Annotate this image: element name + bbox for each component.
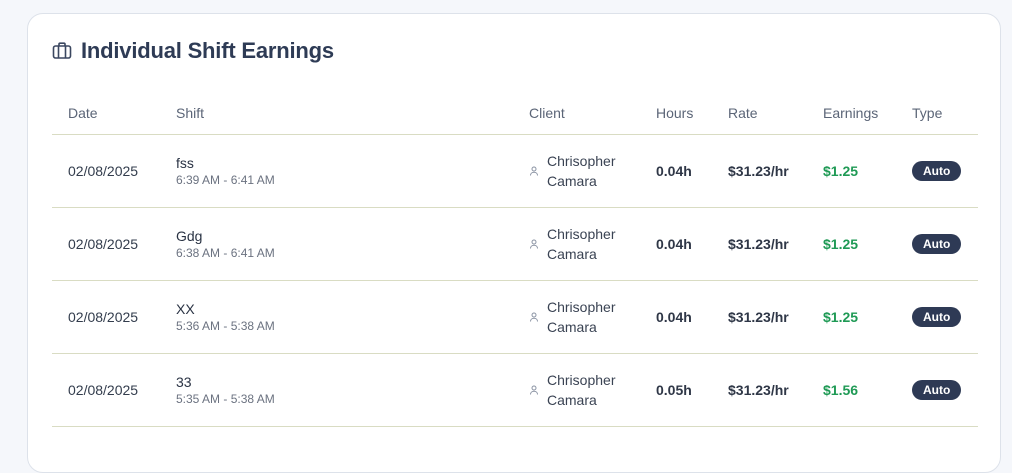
table-row: 02/08/2025 XX 5:36 AM - 5:38 AM Chrisoph… <box>52 280 978 354</box>
shift-name: fss <box>176 155 194 171</box>
cell-shift: Gdg 6:38 AM - 6:41 AM <box>160 207 513 281</box>
table-row: 02/08/2025 33 5:35 AM - 5:38 AM Chrisoph… <box>52 353 978 427</box>
cell-rate: $31.23/hr <box>712 353 807 427</box>
column-header-date: Date <box>52 92 160 135</box>
client-name: Chrisopher Camara <box>547 372 616 408</box>
shift-name: 33 <box>176 374 192 390</box>
shift-name: Gdg <box>176 228 203 244</box>
column-header-client: Client <box>513 92 640 135</box>
type-badge: Auto <box>912 380 962 400</box>
shift-time: 6:38 AM - 6:41 AM <box>176 246 275 260</box>
user-icon <box>529 166 539 176</box>
cell-hours: 0.04h <box>640 207 712 281</box>
cell-client: Chrisopher Camara <box>513 353 640 427</box>
cell-client: Chrisopher Camara <box>513 207 640 281</box>
cell-shift: 33 5:35 AM - 5:38 AM <box>160 353 513 427</box>
type-badge: Auto <box>912 234 962 254</box>
type-badge: Auto <box>912 161 962 181</box>
cell-date: 02/08/2025 <box>52 280 160 354</box>
cell-type: Auto <box>896 207 978 281</box>
cell-hours: 0.04h <box>640 134 712 208</box>
type-badge: Auto <box>912 307 962 327</box>
briefcase-icon <box>52 41 72 61</box>
cell-client: Chrisopher Camara <box>513 280 640 354</box>
column-header-shift: Shift <box>160 92 513 135</box>
cell-hours: 0.04h <box>640 280 712 354</box>
column-header-hours: Hours <box>640 92 712 135</box>
card-header: Individual Shift Earnings <box>52 38 334 64</box>
client-name: Chrisopher Camara <box>547 299 616 335</box>
cell-date: 02/08/2025 <box>52 353 160 427</box>
column-header-rate: Rate <box>712 92 807 135</box>
card-title: Individual Shift Earnings <box>81 38 334 63</box>
cell-earnings: $1.25 <box>807 134 896 208</box>
cell-rate: $31.23/hr <box>712 207 807 281</box>
cell-shift: XX 5:36 AM - 5:38 AM <box>160 280 513 354</box>
cell-earnings: $1.25 <box>807 280 896 354</box>
user-icon <box>529 385 539 395</box>
table-row: 02/08/2025 Gdg 6:38 AM - 6:41 AM Chrisop… <box>52 207 978 281</box>
cell-type: Auto <box>896 280 978 354</box>
cell-type: Auto <box>896 353 978 427</box>
shift-earnings-card: Individual Shift Earnings Date Shift Cli… <box>27 13 1001 473</box>
cell-date: 02/08/2025 <box>52 134 160 208</box>
shift-time: 6:39 AM - 6:41 AM <box>176 173 275 187</box>
cell-earnings: $1.56 <box>807 353 896 427</box>
cell-client: Chrisopher Camara <box>513 134 640 208</box>
shift-name: XX <box>176 301 195 317</box>
shift-time: 5:35 AM - 5:38 AM <box>176 392 275 406</box>
user-icon <box>529 312 539 322</box>
cell-rate: $31.23/hr <box>712 134 807 208</box>
column-header-type: Type <box>896 92 978 135</box>
shift-earnings-table: Date Shift Client Hours Rate Earnings Ty… <box>52 92 978 427</box>
client-name: Chrisopher Camara <box>547 153 616 189</box>
cell-earnings: $1.25 <box>807 207 896 281</box>
cell-date: 02/08/2025 <box>52 207 160 281</box>
cell-rate: $31.23/hr <box>712 280 807 354</box>
cell-type: Auto <box>896 134 978 208</box>
table-row: 02/08/2025 fss 6:39 AM - 6:41 AM Chrisop… <box>52 134 978 208</box>
shift-time: 5:36 AM - 5:38 AM <box>176 319 275 333</box>
table-header-row: Date Shift Client Hours Rate Earnings Ty… <box>52 92 978 135</box>
column-header-earnings: Earnings <box>807 92 896 135</box>
cell-hours: 0.05h <box>640 353 712 427</box>
client-name: Chrisopher Camara <box>547 226 616 262</box>
user-icon <box>529 239 539 249</box>
cell-shift: fss 6:39 AM - 6:41 AM <box>160 134 513 208</box>
